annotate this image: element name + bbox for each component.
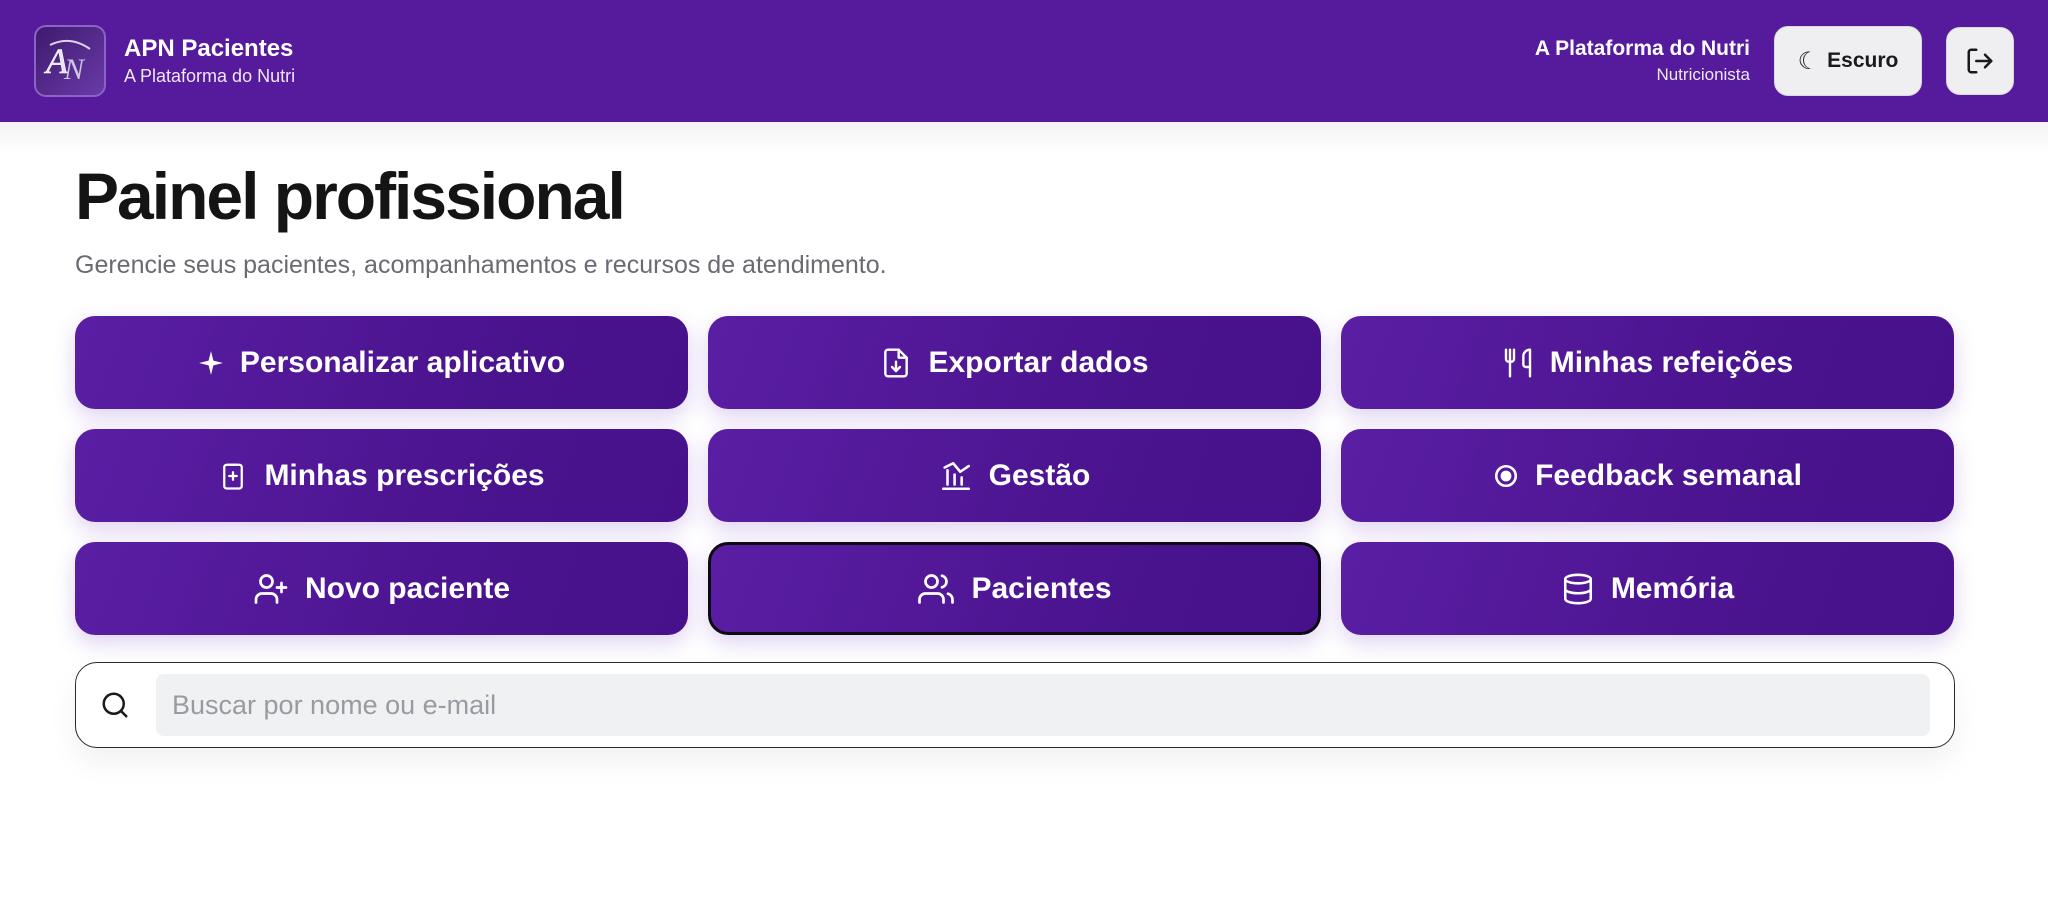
export-data-button[interactable]: Exportar dados xyxy=(708,316,1321,409)
memory-button[interactable]: Memória xyxy=(1341,542,1954,635)
action-label: Exportar dados xyxy=(928,345,1149,379)
logout-button[interactable] xyxy=(1946,27,2014,95)
brand: APN Pacientes A Plataforma do Nutri xyxy=(124,34,295,88)
action-label: Personalizar aplicativo xyxy=(239,345,566,379)
clipboard-plus-icon xyxy=(218,458,248,494)
moon-icon: ☾ xyxy=(1797,47,1820,75)
svg-text:N: N xyxy=(63,53,86,86)
file-download-icon xyxy=(880,345,912,381)
page-subtitle: Gerencie seus pacientes, acompanhamentos… xyxy=(75,251,887,279)
logout-icon xyxy=(1967,48,1993,74)
my-prescriptions-button[interactable]: Minhas prescrições xyxy=(75,429,688,522)
my-meals-button[interactable]: Minhas refeições xyxy=(1341,316,1954,409)
action-grid: Personalizar aplicativo Exportar dados M… xyxy=(75,316,1955,635)
database-icon xyxy=(1561,570,1595,608)
action-label: Feedback semanal xyxy=(1535,458,1802,492)
new-patient-button[interactable]: Novo paciente xyxy=(75,542,688,635)
theme-toggle-button[interactable]: ☾ Escuro xyxy=(1774,26,1922,96)
search-icon xyxy=(100,690,136,720)
main-content: Painel profissional Gerencie seus pacien… xyxy=(75,158,1955,748)
chart-icon xyxy=(939,459,973,493)
search-bar xyxy=(75,662,1955,748)
radio-dot-icon xyxy=(1493,463,1519,489)
action-label: Memória xyxy=(1610,571,1735,605)
action-label: Gestão xyxy=(988,458,1091,492)
user-info: A Plataforma do Nutri Nutricionista xyxy=(1535,35,1750,87)
user-name: A Plataforma do Nutri xyxy=(1534,37,1750,60)
user-role: Nutricionista xyxy=(1656,65,1750,84)
management-button[interactable]: Gestão xyxy=(708,429,1321,522)
customize-app-button[interactable]: Personalizar aplicativo xyxy=(75,316,688,409)
action-label: Minhas refeições xyxy=(1549,345,1794,379)
theme-toggle-label: Escuro xyxy=(1827,49,1899,72)
brand-title: APN Pacientes xyxy=(124,35,294,62)
patients-button[interactable]: Pacientes xyxy=(708,542,1321,635)
action-label: Minhas prescrições xyxy=(264,458,545,492)
page-title: Painel profissional xyxy=(75,159,626,233)
logo-mark-icon: A N xyxy=(44,39,91,86)
action-label: Pacientes xyxy=(971,571,1112,605)
weekly-feedback-button[interactable]: Feedback semanal xyxy=(1341,429,1954,522)
search-input[interactable] xyxy=(156,674,1930,736)
users-icon xyxy=(917,571,955,607)
action-label: Novo paciente xyxy=(304,571,511,605)
sparkle-icon xyxy=(198,350,224,376)
user-plus-icon xyxy=(253,571,289,607)
utensils-icon xyxy=(1502,345,1534,381)
app-logo[interactable]: A N xyxy=(34,25,106,97)
header-shadow xyxy=(0,122,2048,152)
brand-subtitle: A Plataforma do Nutri xyxy=(124,66,296,86)
top-bar: A N APN Pacientes A Plataforma do Nutri … xyxy=(0,0,2048,122)
